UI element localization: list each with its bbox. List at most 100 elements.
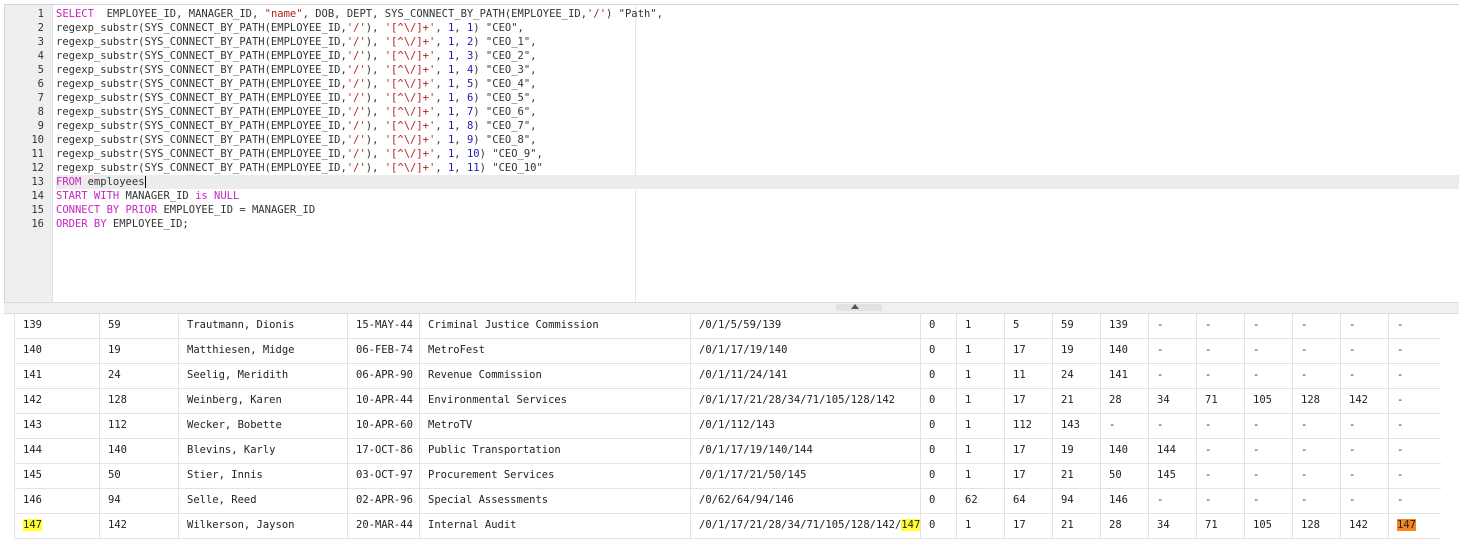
collapse-up-icon[interactable] — [851, 304, 859, 309]
table-cell[interactable]: - — [1292, 338, 1340, 363]
table-cell[interactable]: /0/1/17/21/28/34/71/105/128/142/147 — [690, 513, 920, 538]
table-cell[interactable]: 5 — [1004, 313, 1052, 338]
table-cell[interactable]: - — [1196, 313, 1244, 338]
table-cell[interactable]: Revenue Commission — [419, 363, 690, 388]
table-cell[interactable]: 59 — [1052, 313, 1100, 338]
table-cell[interactable]: 146 — [1100, 488, 1148, 513]
table-cell[interactable]: 139 — [1100, 313, 1148, 338]
code-area[interactable]: SELECT EMPLOYEE_ID, MANAGER_ID, "name", … — [56, 5, 1459, 303]
table-cell[interactable]: - — [1388, 363, 1441, 388]
table-cell[interactable]: - — [1148, 363, 1196, 388]
table-cell[interactable]: MetroFest — [419, 338, 690, 363]
table-cell[interactable]: - — [1388, 463, 1441, 488]
table-cell[interactable]: 141 — [1100, 363, 1148, 388]
table-cell[interactable]: 1 — [956, 388, 1004, 413]
table-cell[interactable]: 141 — [14, 363, 99, 388]
code-line[interactable]: regexp_substr(SYS_CONNECT_BY_PATH(EMPLOY… — [56, 91, 1459, 105]
code-line[interactable]: regexp_substr(SYS_CONNECT_BY_PATH(EMPLOY… — [56, 21, 1459, 35]
table-row[interactable]: 142 128 Weinberg, Karen 10-APR-44 Environmen… — [14, 388, 1441, 414]
table-cell[interactable]: MetroTV — [419, 413, 690, 438]
code-line[interactable]: regexp_substr(SYS_CONNECT_BY_PATH(EMPLOY… — [56, 147, 1459, 161]
table-cell[interactable]: - — [1148, 338, 1196, 363]
table-row[interactable]: 146 94 Selle, Reed 02-APR-96 Special Assessm… — [14, 488, 1441, 514]
table-cell[interactable]: 142 — [99, 513, 178, 538]
table-cell[interactable]: 15-MAY-44 — [347, 313, 419, 338]
code-line[interactable]: ORDER BY EMPLOYEE_ID; — [56, 217, 1459, 231]
table-cell[interactable]: - — [1292, 363, 1340, 388]
table-cell[interactable]: 0 — [920, 338, 956, 363]
table-cell[interactable]: 128 — [1292, 388, 1340, 413]
table-cell[interactable]: 0 — [920, 488, 956, 513]
table-cell[interactable]: - — [1388, 338, 1441, 363]
table-cell[interactable]: 0 — [920, 438, 956, 463]
code-line[interactable]: regexp_substr(SYS_CONNECT_BY_PATH(EMPLOY… — [56, 77, 1459, 91]
table-cell[interactable]: 112 — [1004, 413, 1052, 438]
table-cell[interactable]: 21 — [1052, 513, 1100, 538]
table-row[interactable]: 143 112 Wecker, Bobette 10-APR-60 MetroTV/0/… — [14, 413, 1441, 439]
table-cell[interactable]: 94 — [1052, 488, 1100, 513]
table-cell[interactable]: 0 — [920, 313, 956, 338]
table-cell[interactable]: - — [1196, 338, 1244, 363]
table-cell[interactable]: - — [1340, 413, 1388, 438]
table-cell[interactable]: - — [1148, 313, 1196, 338]
table-cell[interactable]: 62 — [956, 488, 1004, 513]
table-cell[interactable]: - — [1196, 488, 1244, 513]
table-cell[interactable]: - — [1196, 438, 1244, 463]
table-cell[interactable]: - — [1244, 313, 1292, 338]
code-line[interactable]: regexp_substr(SYS_CONNECT_BY_PATH(EMPLOY… — [56, 63, 1459, 77]
table-cell[interactable]: - — [1340, 488, 1388, 513]
table-cell[interactable]: 19 — [99, 338, 178, 363]
table-cell[interactable]: 140 — [1100, 438, 1148, 463]
table-cell[interactable]: - — [1340, 463, 1388, 488]
table-cell[interactable]: - — [1340, 438, 1388, 463]
code-line[interactable]: START WITH MANAGER_ID is NULL — [56, 189, 1459, 203]
table-cell[interactable]: - — [1340, 313, 1388, 338]
table-cell[interactable]: - — [1244, 338, 1292, 363]
table-cell[interactable]: Blevins, Karly — [178, 438, 347, 463]
table-cell[interactable]: - — [1196, 363, 1244, 388]
table-row[interactable]: 140 19 Matthiesen, Midge 06-FEB-74 MetroFest… — [14, 338, 1441, 364]
table-cell[interactable]: 145 — [1148, 463, 1196, 488]
table-cell[interactable]: 1 — [956, 513, 1004, 538]
table-cell[interactable]: Stier, Innis — [178, 463, 347, 488]
table-cell[interactable]: 128 — [99, 388, 178, 413]
code-line[interactable]: regexp_substr(SYS_CONNECT_BY_PATH(EMPLOY… — [56, 161, 1459, 175]
table-cell[interactable]: 17 — [1004, 338, 1052, 363]
table-cell[interactable]: Internal Audit — [419, 513, 690, 538]
table-row[interactable]: 147 142 Wilkerson, Jayson 20-MAR-44 Internal… — [14, 513, 1441, 539]
table-cell[interactable]: Matthiesen, Midge — [178, 338, 347, 363]
table-cell[interactable]: Wilkerson, Jayson — [178, 513, 347, 538]
table-cell[interactable]: 06-APR-90 — [347, 363, 419, 388]
table-cell[interactable]: 02-APR-96 — [347, 488, 419, 513]
table-cell[interactable]: - — [1388, 438, 1441, 463]
code-line[interactable]: SELECT EMPLOYEE_ID, MANAGER_ID, "name", … — [56, 7, 1459, 21]
table-row[interactable]: 141 24 Seelig, Meridith 06-APR-90 Revenue Co… — [14, 363, 1441, 389]
table-cell[interactable]: 0 — [920, 388, 956, 413]
table-cell[interactable]: - — [1388, 313, 1441, 338]
table-cell[interactable]: - — [1388, 413, 1441, 438]
table-cell[interactable]: 140 — [99, 438, 178, 463]
table-cell[interactable]: 50 — [99, 463, 178, 488]
table-cell[interactable]: 19 — [1052, 338, 1100, 363]
table-cell[interactable]: 139 — [14, 313, 99, 338]
table-cell[interactable]: 24 — [1052, 363, 1100, 388]
table-cell[interactable]: 17 — [1004, 513, 1052, 538]
table-cell[interactable]: /0/1/17/19/140/144 — [690, 438, 920, 463]
table-cell[interactable]: 112 — [99, 413, 178, 438]
table-cell[interactable]: - — [1292, 313, 1340, 338]
table-cell[interactable]: 10-APR-60 — [347, 413, 419, 438]
table-cell[interactable]: 21 — [1052, 388, 1100, 413]
sql-editor[interactable]: 1 2 3 4 5 6 7 8 9 10 11 12 13 14 15 16 SELECT EMPLOYEE_… — [4, 4, 1459, 304]
table-cell[interactable]: 142 — [1340, 513, 1388, 538]
table-cell[interactable]: - — [1244, 488, 1292, 513]
splitter-grip[interactable] — [836, 304, 882, 311]
table-row[interactable]: 144 140 Blevins, Karly 17-OCT-86 Public Tran… — [14, 438, 1441, 464]
table-cell[interactable]: - — [1100, 413, 1148, 438]
table-cell[interactable]: 10-APR-44 — [347, 388, 419, 413]
table-cell[interactable]: - — [1292, 488, 1340, 513]
table-cell[interactable]: Criminal Justice Commission — [419, 313, 690, 338]
table-cell[interactable]: 1 — [956, 363, 1004, 388]
table-cell[interactable]: /0/1/11/24/141 — [690, 363, 920, 388]
table-cell[interactable]: 94 — [99, 488, 178, 513]
table-cell[interactable]: - — [1292, 413, 1340, 438]
